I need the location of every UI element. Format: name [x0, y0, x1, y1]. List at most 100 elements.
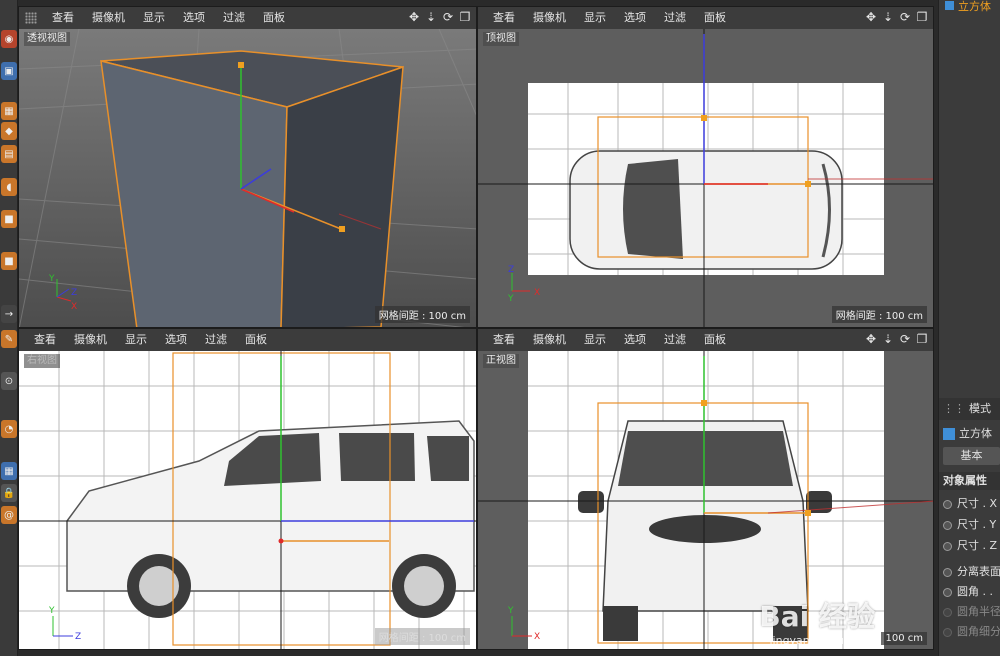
tab-basic[interactable]: 基本: [943, 447, 1000, 465]
menu-display[interactable]: 显示: [134, 7, 174, 29]
object-type-row: 立方体: [939, 424, 1000, 444]
checker2-icon[interactable]: ▦: [1, 462, 17, 480]
maximize-view-icon[interactable]: ❐: [915, 10, 929, 24]
object-list-item[interactable]: 立方体: [939, 0, 1000, 18]
svg-text:Z: Z: [508, 265, 514, 275]
viewport-menubar: 查看 摄像机 显示 选项 过滤 面板 ✥ ⇣ ⟳ ❐: [478, 329, 933, 351]
menu-display[interactable]: 显示: [116, 329, 156, 351]
move-view-icon[interactable]: ✥: [407, 10, 421, 24]
radio-icon: [943, 587, 952, 597]
rotate-view-icon[interactable]: ⟳: [898, 332, 912, 346]
param-fillet-subdivision[interactable]: 圆角细分: [939, 624, 1000, 640]
zoom-view-icon[interactable]: ⇣: [424, 10, 438, 24]
zoom-view-icon[interactable]: ⇣: [881, 332, 895, 346]
cube-icon: [945, 1, 954, 10]
box2-icon[interactable]: ■: [1, 252, 17, 270]
svg-text:Z: Z: [75, 632, 81, 642]
param-fillet-radius[interactable]: 圆角半径: [939, 604, 1000, 620]
grip-icon: ⋮⋮: [943, 402, 965, 415]
viewport-menubar: 查看 摄像机 显示 选项 过滤 面板 ✥ ⇣ ⟳ ❐: [19, 7, 476, 29]
maximize-view-icon[interactable]: ❐: [915, 332, 929, 346]
snap-icon[interactable]: ◔: [1, 420, 17, 438]
radio-icon: [943, 607, 952, 617]
grid-spacing: 100 cm: [881, 632, 927, 645]
menu-camera[interactable]: 摄像机: [65, 329, 116, 351]
front-viewport[interactable]: 查看 摄像机 显示 选项 过滤 面板 ✥ ⇣ ⟳ ❐ Y X 正视图 100 c…: [477, 328, 934, 650]
viewport-label: 右视图: [24, 354, 60, 368]
sphere-icon[interactable]: ◉: [1, 30, 17, 48]
menu-options[interactable]: 选项: [174, 7, 214, 29]
cube-icon: [943, 428, 955, 440]
param-size-y[interactable]: 尺寸 . Y: [939, 517, 1000, 533]
perspective-viewport[interactable]: 查看 摄像机 显示 选项 过滤 面板 ✥ ⇣ ⟳ ❐ Y Z X 透视视图 网格…: [18, 6, 477, 328]
param-fillet[interactable]: 圆角 . .: [939, 584, 1000, 600]
attribute-panel: 立方体 ⋮⋮ 模式 立方体 基本 对象属性 尺寸 . X 尺寸 . Y 尺寸 . …: [938, 0, 1000, 656]
arrow-icon[interactable]: →: [1, 305, 17, 323]
mode-tab[interactable]: ⋮⋮ 模式: [939, 398, 1000, 420]
svg-text:Y: Y: [507, 294, 514, 304]
checker-icon[interactable]: ▦: [1, 102, 17, 120]
svg-text:X: X: [71, 302, 77, 312]
rotate-view-icon[interactable]: ⟳: [898, 10, 912, 24]
menu-panel[interactable]: 面板: [254, 7, 294, 29]
svg-text:Z: Z: [71, 288, 77, 298]
maximize-view-icon[interactable]: ❐: [458, 10, 472, 24]
menu-panel[interactable]: 面板: [695, 329, 735, 351]
menu-view[interactable]: 查看: [25, 329, 65, 351]
menu-options[interactable]: 选项: [615, 329, 655, 351]
menu-camera[interactable]: 摄像机: [524, 329, 575, 351]
grid-spacing: 网格间距 : 100 cm: [374, 306, 470, 323]
menu-display[interactable]: 显示: [575, 329, 615, 351]
menu-filter[interactable]: 过滤: [655, 329, 695, 351]
lock-icon[interactable]: 🔒: [1, 484, 17, 502]
move-view-icon[interactable]: ✥: [864, 332, 878, 346]
rotate-view-icon[interactable]: ⟳: [441, 10, 455, 24]
grip-icon: [25, 12, 37, 24]
radio-icon: [943, 567, 952, 577]
menu-view[interactable]: 查看: [484, 329, 524, 351]
param-separate-surfaces[interactable]: 分离表面: [939, 564, 1000, 580]
grid-icon[interactable]: ▤: [1, 145, 17, 163]
menu-options[interactable]: 选项: [615, 7, 655, 29]
radio-icon: [943, 627, 952, 637]
move-view-icon[interactable]: ✥: [864, 10, 878, 24]
right-viewport[interactable]: 查看 摄像机 显示 选项 过滤 面板 Y Z 右视图 网格间距: 100 cm: [18, 328, 477, 650]
watermark-url: jingyan.baidu.com: [769, 634, 871, 647]
menu-options[interactable]: 选项: [156, 329, 196, 351]
menu-view[interactable]: 查看: [43, 7, 83, 29]
zoom-view-icon[interactable]: ⇣: [881, 10, 895, 24]
target-icon[interactable]: ⊙: [1, 372, 17, 390]
side-scene: Y Z: [19, 351, 476, 649]
spiral-icon[interactable]: @: [1, 506, 17, 524]
menu-camera[interactable]: 摄像机: [83, 7, 134, 29]
top-viewport[interactable]: 查看 摄像机 显示 选项 过滤 面板 ✥ ⇣ ⟳ ❐ Z Y X 顶视图 网格间…: [477, 6, 934, 328]
menu-panel[interactable]: 面板: [695, 7, 735, 29]
object-name: 立方体: [958, 0, 991, 13]
bend-icon[interactable]: ◖: [1, 178, 17, 196]
param-size-x[interactable]: 尺寸 . X: [939, 496, 1000, 512]
viewport-label: 透视视图: [24, 32, 70, 46]
svg-text:X: X: [534, 632, 540, 642]
menu-camera[interactable]: 摄像机: [524, 7, 575, 29]
menu-panel[interactable]: 面板: [236, 329, 276, 351]
menu-view[interactable]: 查看: [484, 7, 524, 29]
menu-filter[interactable]: 过滤: [655, 7, 695, 29]
perspective-scene: Y Z X: [19, 29, 476, 327]
plane-icon[interactable]: ◆: [1, 122, 17, 140]
persp-axis-y: Y: [48, 274, 55, 284]
cube-icon[interactable]: ▣: [1, 62, 17, 80]
menu-filter[interactable]: 过滤: [214, 7, 254, 29]
radio-icon: [943, 520, 952, 530]
grid-spacing: 网格间距 : 100 cm: [831, 306, 927, 323]
watermark-logo: Bai 经验: [759, 600, 875, 633]
param-size-z[interactable]: 尺寸 . Z: [939, 538, 1000, 554]
menu-display[interactable]: 显示: [575, 7, 615, 29]
viewport-menubar: 查看 摄像机 显示 选项 过滤 面板 ✥ ⇣ ⟳ ❐: [478, 7, 933, 29]
box-icon[interactable]: ■: [1, 210, 17, 228]
left-toolbar: ◉ ▣ ▦ ◆ ▤ ◖ ■ ■ → ✎ ⊙ ◔ ▦ 🔒 @: [0, 0, 18, 656]
viewport-label: 正视图: [483, 354, 519, 368]
grid-spacing: 网格间距 : 100 cm: [374, 628, 470, 645]
paint-icon[interactable]: ✎: [1, 330, 17, 348]
section-object-properties: 对象属性: [939, 472, 1000, 490]
menu-filter[interactable]: 过滤: [196, 329, 236, 351]
